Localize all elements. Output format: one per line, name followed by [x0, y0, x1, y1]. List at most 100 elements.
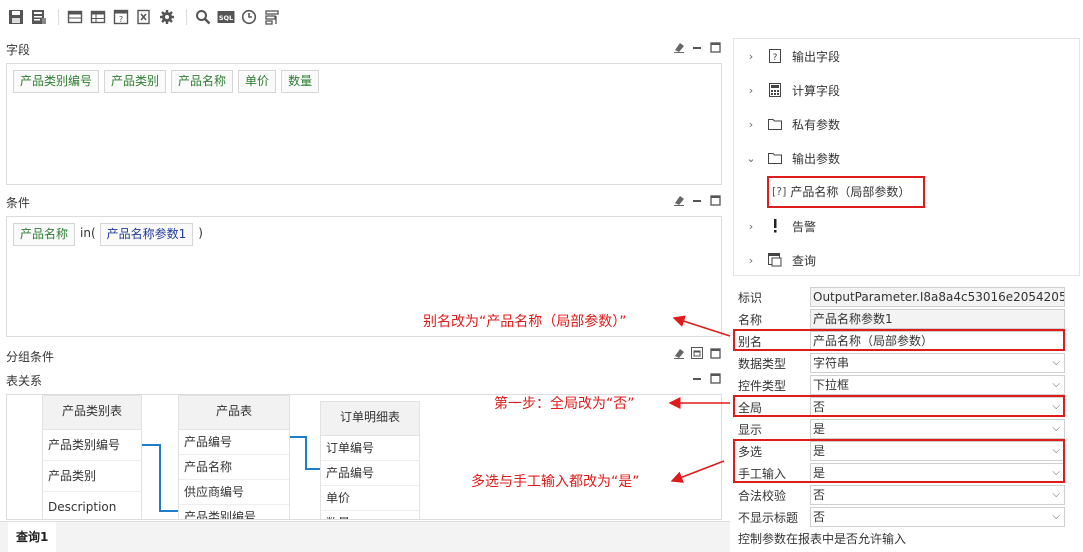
calculator-icon: [768, 83, 782, 97]
clock-icon[interactable]: [239, 7, 259, 27]
maximize-icon[interactable]: [709, 194, 721, 206]
tree-item-query[interactable]: › 查询: [744, 248, 816, 272]
minimize-icon[interactable]: [691, 194, 703, 206]
annotation-multi: 多选与手工输入都改为“是”: [471, 474, 640, 490]
maximize-icon[interactable]: [709, 372, 721, 384]
tree-item-calculated-fields[interactable]: › 计算字段: [744, 78, 840, 102]
prop-label: 合法校验: [738, 488, 787, 503]
svg-text:?: ?: [773, 53, 778, 63]
relation-link[interactable]: [142, 444, 178, 512]
chevron-down-icon: ⌵: [1052, 357, 1060, 368]
sql-icon[interactable]: SQL: [216, 7, 236, 27]
prop-select-visible[interactable]: 是 ⌵: [810, 419, 1065, 439]
save-icon[interactable]: [6, 7, 26, 27]
fields-section-title: 字段: [6, 43, 31, 57]
tree-item-label: 输出字段: [792, 49, 841, 64]
toolbar-divider: [186, 9, 187, 25]
highlight-box-tree-child: [767, 176, 925, 208]
prop-select-control-type[interactable]: 下拉框 ⌵: [810, 375, 1065, 395]
prop-value-name[interactable]: 产品名称参数1: [810, 309, 1065, 329]
prop-select-value: 下拉框: [813, 378, 850, 392]
field-chip[interactable]: 产品名称: [171, 70, 234, 93]
bottom-tabbar: 查询1: [0, 521, 730, 552]
table-icon[interactable]: [65, 7, 85, 27]
minimize-icon[interactable]: [691, 41, 703, 53]
tree-item-label: 输出参数: [792, 151, 841, 166]
chevron-right-icon[interactable]: ›: [744, 84, 758, 97]
tree-item-label: 私有参数: [792, 117, 841, 132]
highlight-box-multi-manual: [733, 439, 1065, 483]
fields-panel: 产品类别编号 产品类别 产品名称 单价 数量: [6, 63, 722, 185]
field-chip[interactable]: 产品类别编号: [13, 70, 100, 93]
question-box-icon: ?: [768, 49, 782, 63]
condition-section-title: 条件: [6, 196, 31, 210]
condition-param-chip[interactable]: 产品名称参数1: [99, 223, 194, 246]
highlight-box-global: [733, 395, 1065, 417]
prop-select-data-type[interactable]: 字符串 ⌵: [810, 353, 1065, 373]
relations-section-title: 表关系: [6, 374, 43, 388]
toolbar-divider: [58, 9, 59, 25]
condition-operator: in(: [80, 226, 96, 240]
field-chip[interactable]: 产品类别: [104, 70, 167, 93]
eraser-icon[interactable]: [673, 194, 685, 206]
prop-row-control-type: 控件类型 下拉框 ⌵: [733, 374, 1067, 396]
chevron-right-icon[interactable]: ›: [744, 254, 758, 267]
prop-select-validation[interactable]: 否 ⌵: [810, 485, 1065, 505]
eraser-icon[interactable]: [673, 347, 685, 359]
search-icon[interactable]: [193, 7, 213, 27]
condition-section-tools: [673, 194, 721, 206]
chevron-down-icon: ⌵: [1052, 489, 1060, 500]
gear-icon[interactable]: [157, 7, 177, 27]
relations-section-tools: [691, 372, 721, 384]
condition-close: ): [198, 226, 203, 240]
prop-row-id: 标识 OutputParameter.I8a8a4c53016e20542054…: [733, 286, 1067, 308]
condition-field-chip[interactable]: 产品名称: [13, 223, 76, 246]
export-icon[interactable]: [134, 7, 154, 27]
tree-item-private-params[interactable]: › 私有参数: [744, 112, 840, 136]
tree-item-alerts[interactable]: › 告警: [744, 214, 816, 238]
tree-item-output-fields[interactable]: › ? 输出字段: [744, 44, 840, 68]
tree-item-output-params[interactable]: ⌄ 输出参数: [744, 146, 840, 170]
chevron-right-icon[interactable]: ›: [744, 118, 758, 131]
chevron-down-icon[interactable]: ⌄: [744, 152, 758, 165]
highlight-box-alias: [733, 329, 1065, 351]
prop-select-hide-title[interactable]: 否 ⌵: [810, 507, 1065, 527]
field-chip[interactable]: 单价: [238, 70, 277, 93]
prop-select-value: 否: [813, 488, 826, 502]
exclamation-icon: [768, 219, 782, 233]
grid-icon[interactable]: [88, 7, 108, 27]
folder-icon: [768, 117, 782, 131]
eraser-icon[interactable]: [673, 41, 685, 53]
tree-item-label: 告警: [792, 219, 817, 234]
chevron-down-icon: ⌵: [1052, 511, 1060, 522]
prop-select-value: 否: [813, 510, 826, 524]
group-condition-section-tools: [673, 347, 721, 359]
annotation-alias: 别名改为“产品名称（局部参数）”: [423, 314, 627, 330]
prop-row-data-type: 数据类型 字符串 ⌵: [733, 352, 1067, 374]
save-as-icon[interactable]: [29, 7, 49, 27]
chevron-down-icon: ⌵: [1052, 423, 1060, 434]
minimize-icon[interactable]: [691, 372, 703, 384]
chevron-right-icon[interactable]: ›: [744, 50, 758, 63]
maximize-icon[interactable]: [709, 347, 721, 359]
prop-label: 数据类型: [738, 356, 787, 371]
field-chip[interactable]: 数量: [281, 70, 320, 93]
restore-icon[interactable]: [691, 347, 703, 359]
prop-label: 名称: [738, 312, 763, 327]
fields-section-tools: [673, 41, 721, 53]
parameter-icon[interactable]: ?: [111, 7, 131, 27]
prop-row-validation: 合法校验 否 ⌵: [733, 484, 1067, 506]
prop-row-hide-title: 不显示标题 否 ⌵: [733, 506, 1067, 528]
relation-link[interactable]: [290, 436, 320, 470]
filter-icon[interactable]: [262, 7, 282, 27]
folder-icon: [768, 151, 782, 165]
query-icon: [768, 253, 782, 267]
tab-query1[interactable]: 查询1: [8, 522, 57, 552]
prop-value-id[interactable]: OutputParameter.I8a8a4c53016e20542054811: [810, 287, 1065, 307]
prop-select-value: 是: [813, 422, 826, 436]
toolbar: ? SQL: [0, 0, 1083, 34]
maximize-icon[interactable]: [709, 41, 721, 53]
chevron-right-icon[interactable]: ›: [744, 220, 758, 233]
prop-label: 控件类型: [738, 378, 787, 393]
chevron-down-icon: ⌵: [1052, 379, 1060, 390]
